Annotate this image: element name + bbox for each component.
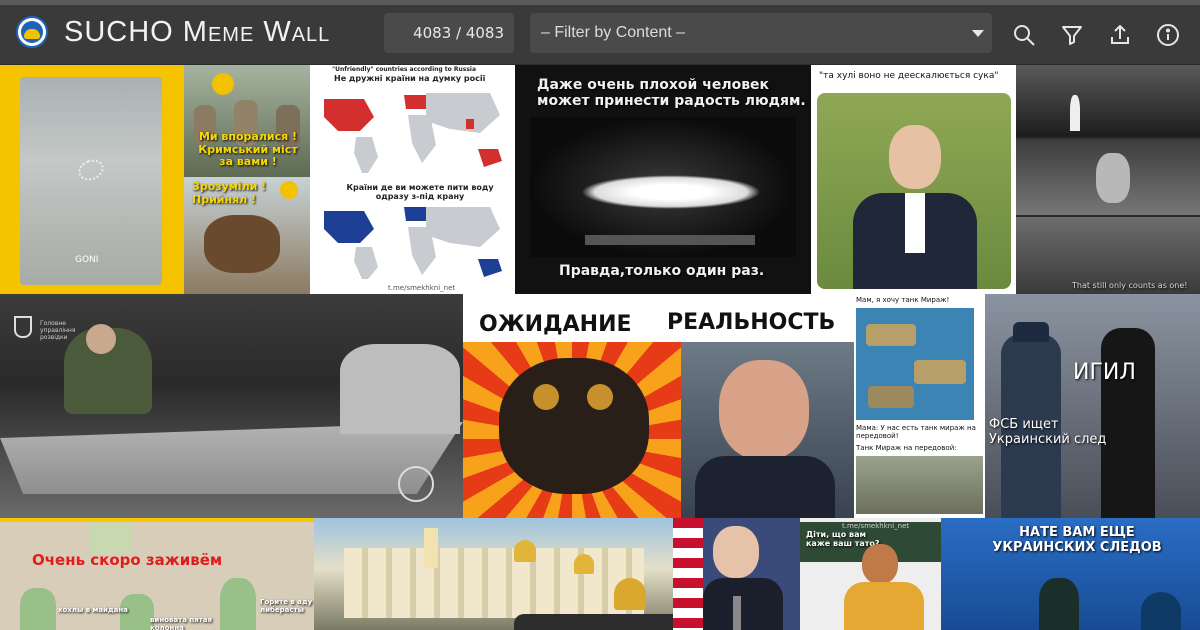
meme-caption: Горите в аду либерасты xyxy=(260,598,313,615)
app-title: SUCHO Meme Wall xyxy=(64,16,331,48)
meme-tile[interactable]: ИГИЛ ФСБ ищет Украинский след xyxy=(985,294,1200,518)
meme-caption: Мама: У нас есть танк мираж на передовой… xyxy=(856,424,976,440)
meme-tile[interactable]: That still only counts as one! xyxy=(1016,65,1200,294)
meme-label: РЕАЛЬНОСТЬ xyxy=(667,310,836,335)
meme-caption: That still only counts as one! xyxy=(1072,281,1188,290)
meme-tile[interactable]: Головне управління розвідки xyxy=(0,294,463,518)
meme-tile[interactable]: Даже очень плохой человек может принести… xyxy=(515,65,811,294)
meme-caption: хохлы в майдана xyxy=(58,606,128,614)
upload-icon[interactable] xyxy=(1108,23,1132,47)
meme-tile[interactable]: GONI xyxy=(0,65,184,294)
item-counter: 4083 / 4083 xyxy=(384,13,514,53)
meme-caption: виновата пятая колонна xyxy=(150,616,212,630)
chevron-down-icon xyxy=(972,30,984,37)
meme-tile[interactable]: Ми впоралися ! Кримський міст за вами ! … xyxy=(184,65,310,294)
meme-caption: "Unfriendly" countries according to Russ… xyxy=(332,66,477,73)
meme-caption: Даже очень плохой человек может принести… xyxy=(537,77,806,110)
info-icon[interactable] xyxy=(1156,23,1180,47)
meme-tile[interactable] xyxy=(314,518,673,630)
watermark: t.me/smekhkni_net xyxy=(388,284,456,292)
meme-caption: Танк Мираж на передовой: xyxy=(856,444,957,452)
meme-tile[interactable]: t.me/smekhkni_net Діти, що вам каже ваш … xyxy=(800,518,941,630)
meme-tile[interactable]: НАТЕ ВАМ ЕЩЕ УКРАИНСКИХ СЛЕДОВ xyxy=(941,518,1200,630)
search-icon[interactable] xyxy=(1012,23,1036,47)
meme-label: ФСБ ищет Украинский след xyxy=(989,417,1107,447)
meme-tile[interactable]: ОЖИДАНИЕ РЕАЛЬНОСТЬ xyxy=(463,294,854,518)
watermark: GONI xyxy=(75,255,99,265)
sucho-logo[interactable] xyxy=(16,16,48,48)
meme-caption: Мам, я хочу танк Мираж! xyxy=(856,296,950,304)
meme-tile[interactable] xyxy=(673,518,800,630)
meme-caption: НАТЕ ВАМ ЕЩЕ УКРАИНСКИХ СЛЕДОВ xyxy=(992,525,1162,555)
meme-caption: Країни де ви можете пити воду одразу з-п… xyxy=(346,183,494,202)
meme-caption: "та хулі воно не деескалюється сука" xyxy=(819,71,999,81)
app-header: SUCHO Meme Wall 4083 / 4083 – Filter by … xyxy=(0,0,1200,64)
meme-caption: Не дружні країни на думку росії xyxy=(334,74,486,83)
meme-label: ОЖИДАНИЕ xyxy=(479,312,632,337)
filter-placeholder: – Filter by Content – xyxy=(541,24,686,41)
meme-caption: Ми впоралися ! Кримський міст за вами ! xyxy=(198,130,298,169)
meme-caption: Очень скоро заживём xyxy=(32,551,223,569)
meme-caption: Зрозуміли ! Прийнял ! xyxy=(192,180,267,206)
watermark: t.me/smekhkni_net xyxy=(842,522,910,530)
filter-icon[interactable] xyxy=(1060,23,1084,47)
meme-tile[interactable]: "Unfriendly" countries according to Russ… xyxy=(310,65,515,294)
meme-tile[interactable]: Очень скоро заживём Горите в аду либерас… xyxy=(0,518,314,630)
meme-tile[interactable]: Мам, я хочу танк Мираж! Мама: У нас есть… xyxy=(854,294,985,518)
content-filter-select[interactable]: – Filter by Content – xyxy=(530,13,992,53)
meme-label: ИГИЛ xyxy=(1073,360,1136,385)
meme-caption: Правда,только один раз. xyxy=(559,263,765,279)
watermark: Головне управління розвідки xyxy=(40,320,76,341)
meme-tile[interactable]: "та хулі воно не деескалюється сука" xyxy=(811,65,1016,294)
